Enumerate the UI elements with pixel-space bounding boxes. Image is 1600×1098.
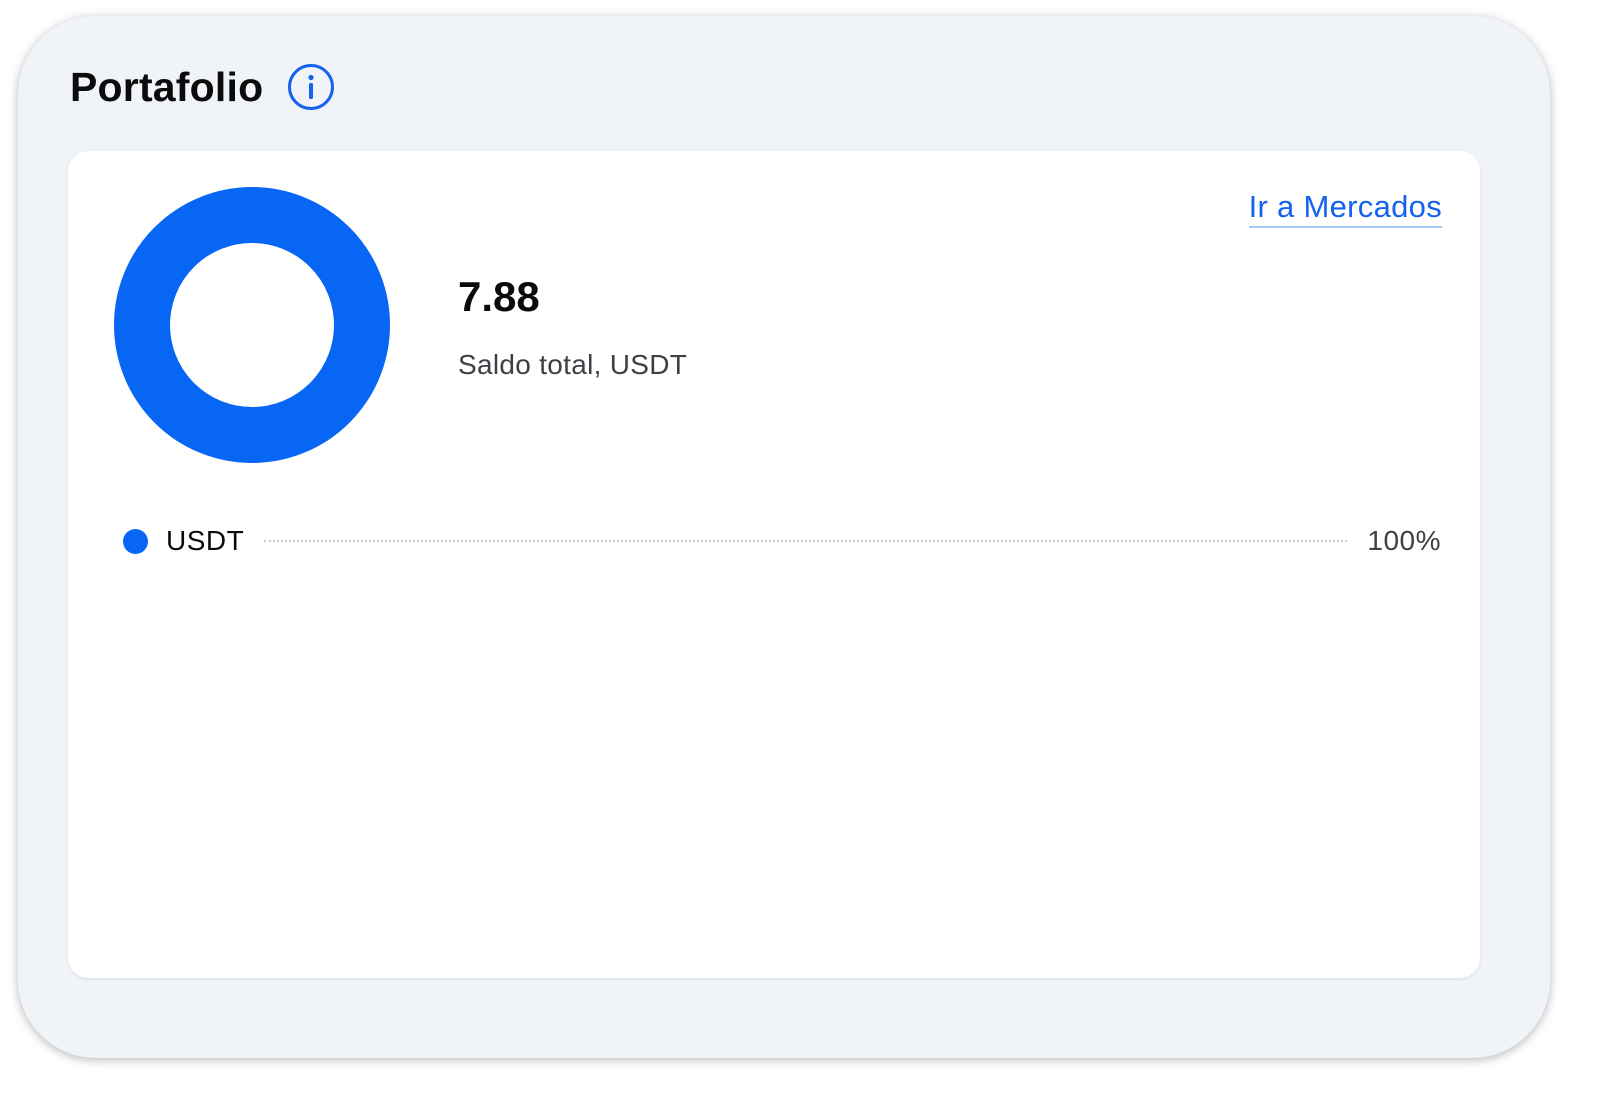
legend-asset-name: USDT <box>166 525 245 556</box>
portfolio-panel: Portafolio 7.88 Saldo total, USDT Ir a M… <box>18 16 1550 1058</box>
portfolio-donut-chart <box>114 187 390 463</box>
go-to-markets-link[interactable]: Ir a Mercados <box>1248 189 1442 228</box>
panel-header: Portafolio <box>70 62 335 112</box>
legend-percentage: 100% <box>1367 525 1441 556</box>
legend-dotted-leader <box>264 540 1348 542</box>
total-balance-value: 7.88 <box>458 273 540 320</box>
legend-dot <box>123 528 148 554</box>
total-balance-label: Saldo total, USDT <box>458 349 688 380</box>
legend-item-usdt: USDT 100% <box>123 521 1441 561</box>
portfolio-card: 7.88 Saldo total, USDT Ir a Mercados USD… <box>68 151 1480 978</box>
donut-slice-usdt <box>114 187 390 463</box>
page-title: Portafolio <box>70 63 264 110</box>
info-icon[interactable] <box>287 63 335 111</box>
